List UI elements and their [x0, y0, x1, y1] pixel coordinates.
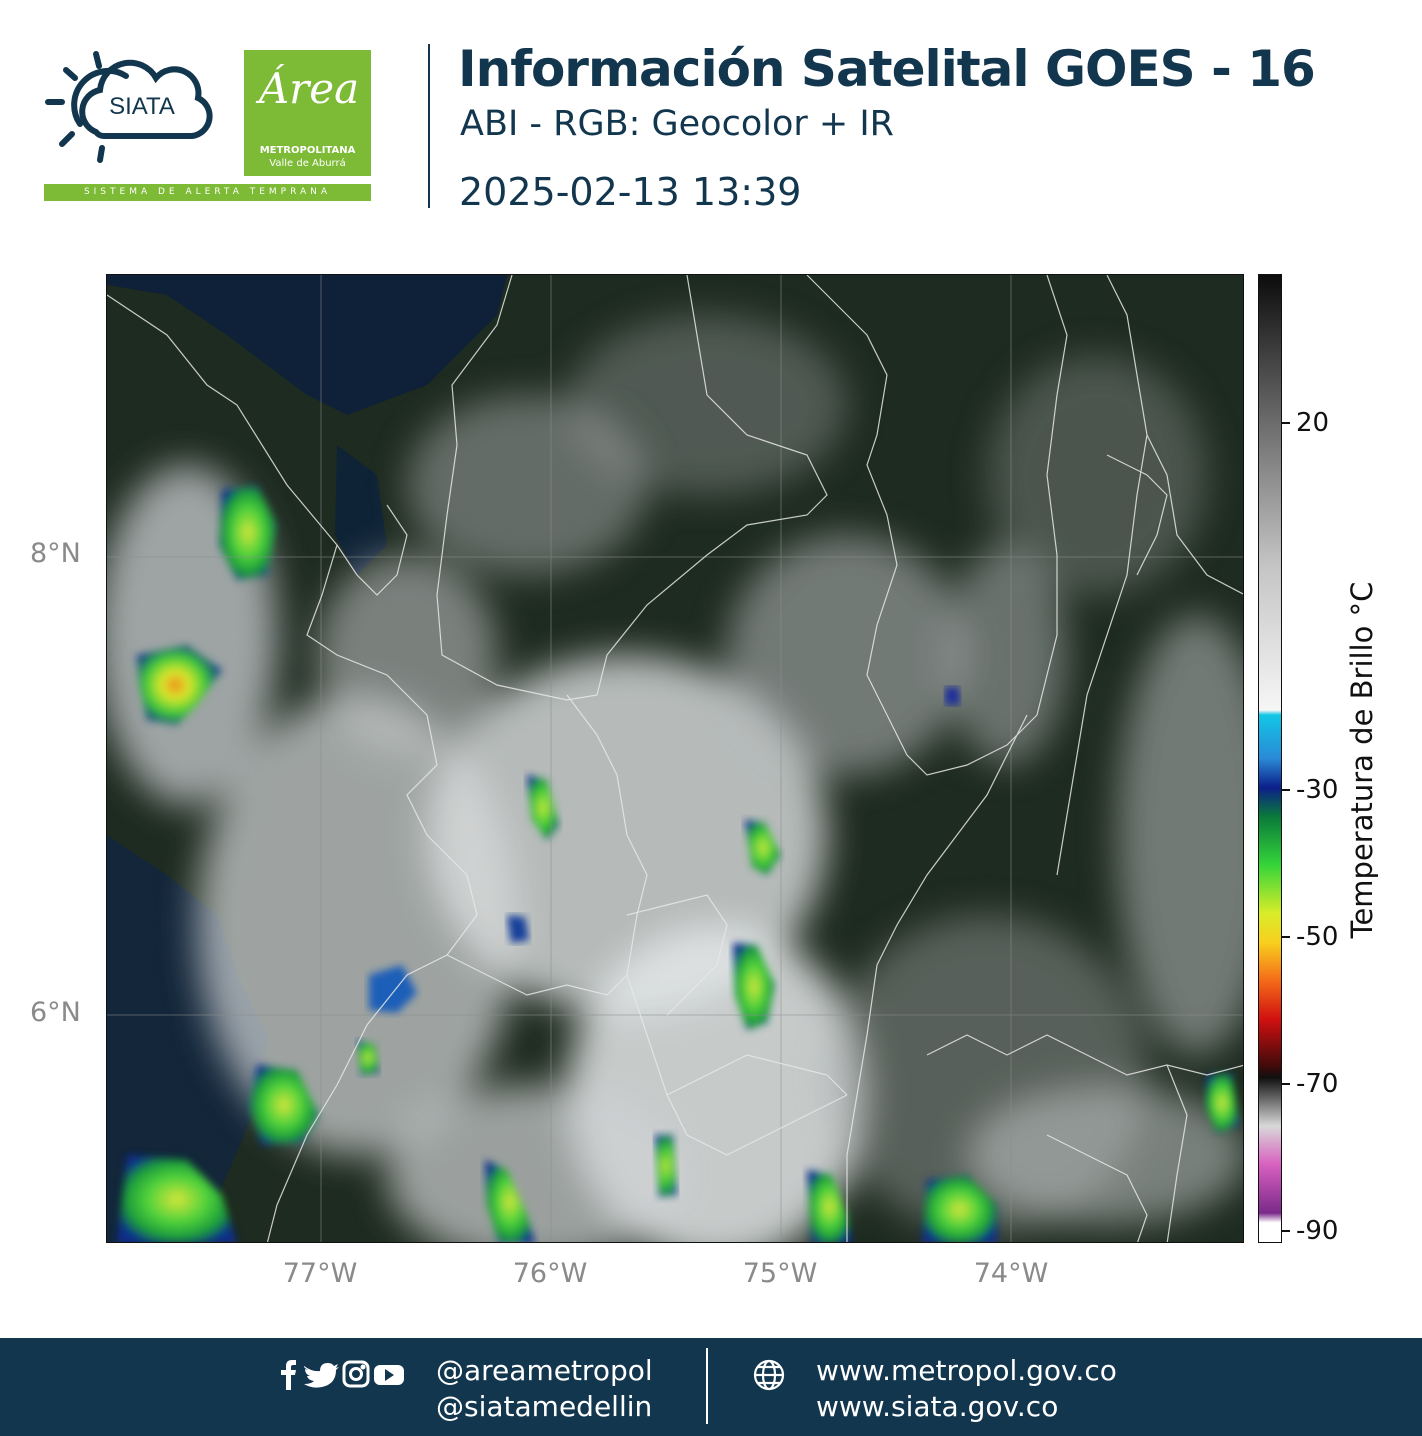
lon-label-75w: 75°W [742, 1258, 818, 1289]
logo-strap: SISTEMA DE ALERTA TEMPRANA [44, 184, 371, 201]
siata-logo: SIATA [45, 51, 213, 163]
colorbar-label-minus50: -50 [1296, 922, 1339, 952]
area-logo-script: Área [258, 64, 360, 113]
satellite-map [106, 274, 1244, 1243]
colorbar-title: Temperatura de Brillo °C [1345, 581, 1379, 939]
image-datetime: 2025-02-13 13:39 [459, 170, 802, 214]
page-title: Información Satelital GOES - 16 [458, 40, 1316, 98]
social-handle-siatamedellin[interactable]: @siatamedellin [436, 1390, 652, 1423]
header: SIATA Área METROPOLITANA Valle de Aburrá… [0, 0, 1422, 240]
lat-label-6n: 6°N [30, 997, 81, 1028]
youtube-icon[interactable] [374, 1365, 404, 1385]
colorbar-tick-minus70 [1282, 1083, 1290, 1085]
facebook-icon[interactable] [281, 1360, 296, 1390]
colorbar-tick-minus30 [1282, 789, 1290, 791]
lat-label-8n: 8°N [30, 538, 81, 569]
satellite-map-canvas [107, 275, 1243, 1242]
twitter-icon[interactable] [303, 1363, 339, 1388]
area-logo-line2: Valle de Aburrá [269, 158, 346, 169]
area-logo-line1: METROPOLITANA [259, 145, 356, 156]
lon-label-77w: 77°W [282, 1258, 358, 1289]
header-divider [428, 44, 430, 208]
colorbar-label-20: 20 [1296, 408, 1330, 438]
page-subtitle: ABI - RGB: Geocolor + IR [460, 104, 894, 144]
website-link-siata[interactable]: www.siata.gov.co [816, 1390, 1058, 1423]
lon-label-76w: 76°W [512, 1258, 588, 1289]
footer-divider [706, 1348, 708, 1424]
svg-text:SIATA: SIATA [109, 93, 175, 120]
lon-label-74w: 74°W [973, 1258, 1049, 1289]
colorbar-label-minus30: -30 [1296, 775, 1339, 805]
globe-icon [753, 1359, 785, 1391]
social-icons [281, 1360, 404, 1390]
colorbar-tick-minus90 [1282, 1230, 1290, 1232]
colorbar-tick-minus50 [1282, 936, 1290, 938]
colorbar-label-minus90: -90 [1296, 1216, 1339, 1246]
colorbar-label-minus70: -70 [1296, 1069, 1339, 1099]
website-link-metropol[interactable]: www.metropol.gov.co [816, 1354, 1117, 1387]
footer: @areametropol @siatamedellin www.metropo… [0, 1338, 1422, 1436]
instagram-icon[interactable] [342, 1360, 370, 1388]
colorbar-tick-20 [1282, 422, 1290, 424]
social-handle-areametropol[interactable]: @areametropol [436, 1354, 653, 1387]
area-metropolitana-logo: Área METROPOLITANA Valle de Aburrá [244, 50, 371, 176]
colorbar [1258, 274, 1282, 1243]
